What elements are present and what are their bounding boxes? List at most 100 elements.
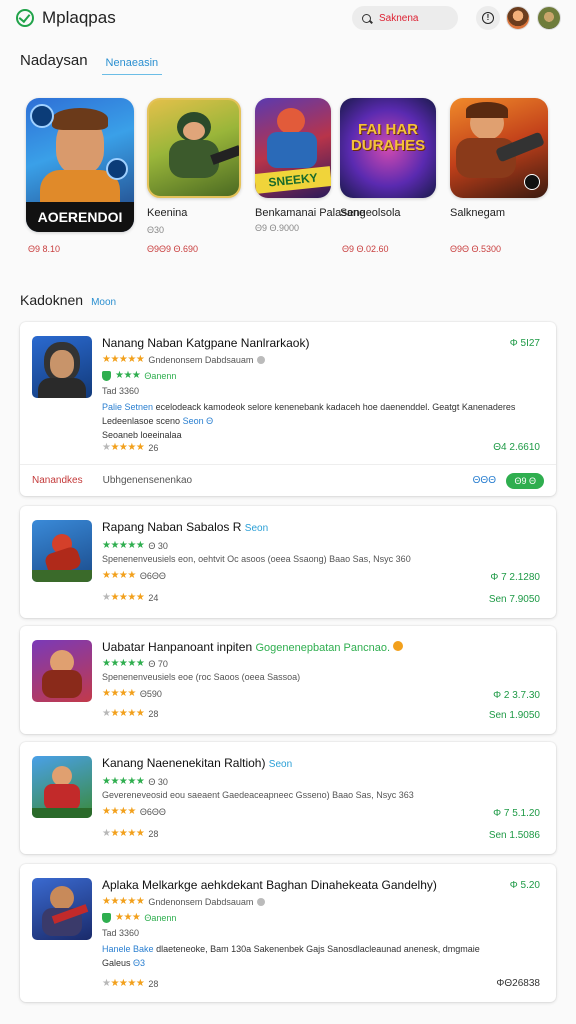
list-item[interactable]: Nanang Naban Katgpane Nanlrarkaok) Φ 5Ι2… [20,322,556,496]
item-rating-row: ★★★★★ 24 [102,592,159,603]
item-price-secondary: Sen 1.5086 [488,830,540,841]
item-meta: Gndenonsem Dabdsauam [148,896,254,907]
item-thumbnail [32,336,92,398]
footer-link[interactable]: Nanandkes [32,475,83,486]
item-title: Aplaka Melkarkge aehkdekant Baghan Dinah… [102,878,437,892]
item-rating-row: ★★★★★ 28 [102,708,159,719]
item-thumbnail [32,878,92,940]
desc-highlight-tail: Seon Θ [182,416,214,426]
desc-highlight-end: Θ3 [133,958,146,968]
featured-banner: FAI HAR DURAHES [350,121,426,154]
item-title: Rapang Naban Sabalos R Seon [102,520,268,534]
item-rating-row: ★★★★★ Θ 70 [102,658,168,669]
buy-button[interactable]: Θ9 Θ [506,472,544,489]
item-description: Hanele Bake dlaeteneoke, Bam 130a Sakene… [102,942,542,970]
item-price: Φ 5Ι27 [509,338,540,349]
item-price-secondary: Sen 1.9050 [488,710,540,721]
see-more-link[interactable]: Moon [91,297,116,308]
featured-price: Θ9Θ Θ.5300 [450,244,502,254]
footer-text: Ubhgenensenenkao [102,475,193,486]
featured-banner: AOERENDOI [26,202,134,232]
item-verified-label: Θanenn [144,370,177,381]
featured-item[interactable]: FAI HAR DURAHES Sengeolsola Θ9 Θ.02.60 [340,98,436,254]
item-meta: Θ6ΘΘ [139,806,166,817]
list-item[interactable]: Rapang Naban Sabalos R Seon ★★★★★ Θ 30 S… [20,506,556,618]
info-icon: ! [482,12,494,24]
desc-text-end: Galeus [102,958,131,968]
item-price: Φ 7 2.1280 [490,572,540,583]
item-verified-label: Θanenn [144,912,177,923]
shield-icon [102,370,111,381]
rating-value: 28 [148,708,159,719]
featured-thumbnail [450,98,548,198]
check-circle-icon [16,9,34,27]
rating-value: 28 [148,978,159,989]
info-button[interactable]: ! [476,6,500,30]
item-rating-row: ★★★★ Θ590 [102,688,162,699]
search-placeholder: Saknena [379,12,419,24]
item-verified-row: ★★★ Θanenn [102,912,176,923]
item-thumbnail [32,756,92,818]
item-rating-row: ★★★★★ Gndenonsem Dabdsauam [102,896,266,907]
rating-stars: ★★★★★ [102,354,145,365]
item-rating-row: ★★★★★ 28 [102,828,159,839]
section-header: Kadoknen Moon [20,292,116,308]
item-size: Tad 3360 [102,386,140,396]
item-meta: Θ 70 [148,658,168,669]
avatar-secondary[interactable] [537,6,561,30]
search-input[interactable]: Saknena [352,6,458,30]
rating-value: 24 [148,592,159,603]
badge-icon [393,641,404,651]
item-title-text: Uabatar Hanpanoant inpiten [102,640,253,654]
desc-text: dlaeteneoke, Bam 130a Sakenenbek Gajs Sa… [156,944,480,954]
item-description: Palie Setnen ecelodeack kamodeok selore … [102,400,542,442]
item-description: Spenenenveusiels eoe (roc Saoos (oeea Sa… [102,672,301,682]
item-meta: Θ 30 [148,776,168,787]
avatar[interactable] [506,6,530,30]
item-rating-row: ★★★★★ 28 [102,978,159,989]
search-icon [362,13,371,23]
list-item[interactable]: Uabatar Hanpanoant inpiten Gogenenepbata… [20,626,556,734]
item-description: Gevereneveosid eou saeaent Gaedeaceapnee… [102,790,414,800]
featured-subtitle: Θ9 Θ.9000 [255,223,300,233]
item-verified-row: ★★★ Θanenn [102,370,176,381]
desc-text-end: Seoaneb loeeinalaa [102,430,182,440]
item-rating-row: ★★★★★ Θ 30 [102,776,168,787]
featured-name: Salknegam [450,207,506,219]
featured-item[interactable]: AOERENDOI Θ9 8.10 [26,98,134,254]
app-title: Mplaqpas [42,8,116,27]
tab-link[interactable]: Nenaeasin [101,57,163,75]
rating-stars: ★★★ [115,370,141,381]
tab-main[interactable]: Nadaysan [20,52,88,69]
item-tag: Seon [268,759,293,770]
item-rating-row: ★★★★★ Gndenonsem Dabdsauam [102,354,266,365]
item-rating-row: ★★★★ Θ6ΘΘ [102,806,166,817]
item-price: Φ 5.20 [509,880,540,891]
item-meta: Θ590 [139,688,162,699]
item-title: Kanang Naenenekitan Raltioh) Seon [102,756,292,770]
help-icon [257,897,266,906]
item-title: Uabatar Hanpanoant inpiten Gogenenepbata… [102,640,404,654]
featured-subtitle: Θ30 [147,225,165,235]
featured-price: Θ9 8.10 [28,244,61,254]
featured-name: Keenina [147,207,188,219]
item-title: Nanang Naban Katgpane Nanlrarkaok) [102,336,310,350]
item-title-text: Kanang Naenenekitan Raltioh) [102,756,266,770]
help-icon [257,355,266,364]
featured-name: Sengeolsola [340,207,401,219]
item-tag: Gogenenepbatan Pancnao. [255,642,391,654]
desc-text: ecelodeack kamodeok selore kenenebank ka… [155,402,430,412]
list-item[interactable]: Aplaka Melkarkge aehkdekant Baghan Dinah… [20,864,556,1002]
section-title: Kadoknen [20,292,84,308]
featured-item[interactable]: Salknegam Θ9Θ Θ.5300 [450,98,548,254]
featured-price: Θ9 Θ.02.60 [342,244,389,254]
item-title-text: Rapang Naban Sabalos R [102,520,242,534]
item-price: Φ 7 5.1.20 [493,808,540,819]
featured-thumbnail: AOERENDOI [26,98,134,232]
desc-highlight: Palie Setnen [102,402,154,412]
list-item[interactable]: Kanang Naenenekitan Raltioh) Seon ★★★★★ … [20,742,556,854]
item-size: Tad 3360 [102,928,140,938]
featured-thumbnail: FAI HAR DURAHES [340,98,436,198]
item-price-secondary: ΦΘ26838 [496,978,540,989]
featured-item[interactable]: Keenina Θ30 Θ9Θ9 Θ.690 [147,98,241,254]
